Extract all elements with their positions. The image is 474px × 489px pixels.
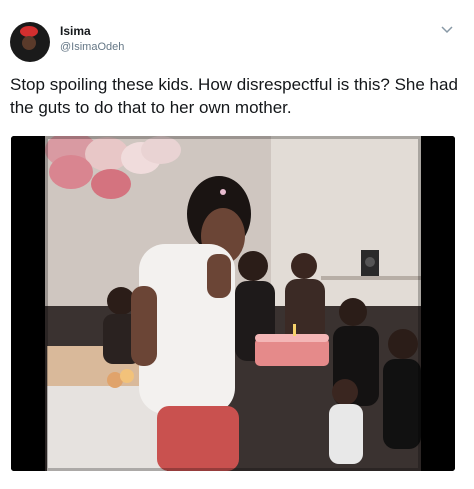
author-display-name[interactable]: Isima (60, 24, 91, 38)
chevron-down-icon[interactable] (441, 25, 453, 35)
tweet-text: Stop spoiling these kids. How disrespect… (10, 75, 458, 117)
tweet-card: Isima @IsimaOdeh Stop spoiling these kid… (0, 0, 474, 489)
video-frame (11, 136, 455, 471)
tweet-video-media[interactable] (11, 136, 455, 471)
avatar[interactable] (10, 22, 50, 62)
avatar-face (22, 36, 36, 50)
author-handle[interactable]: @IsimaOdeh (60, 41, 124, 53)
